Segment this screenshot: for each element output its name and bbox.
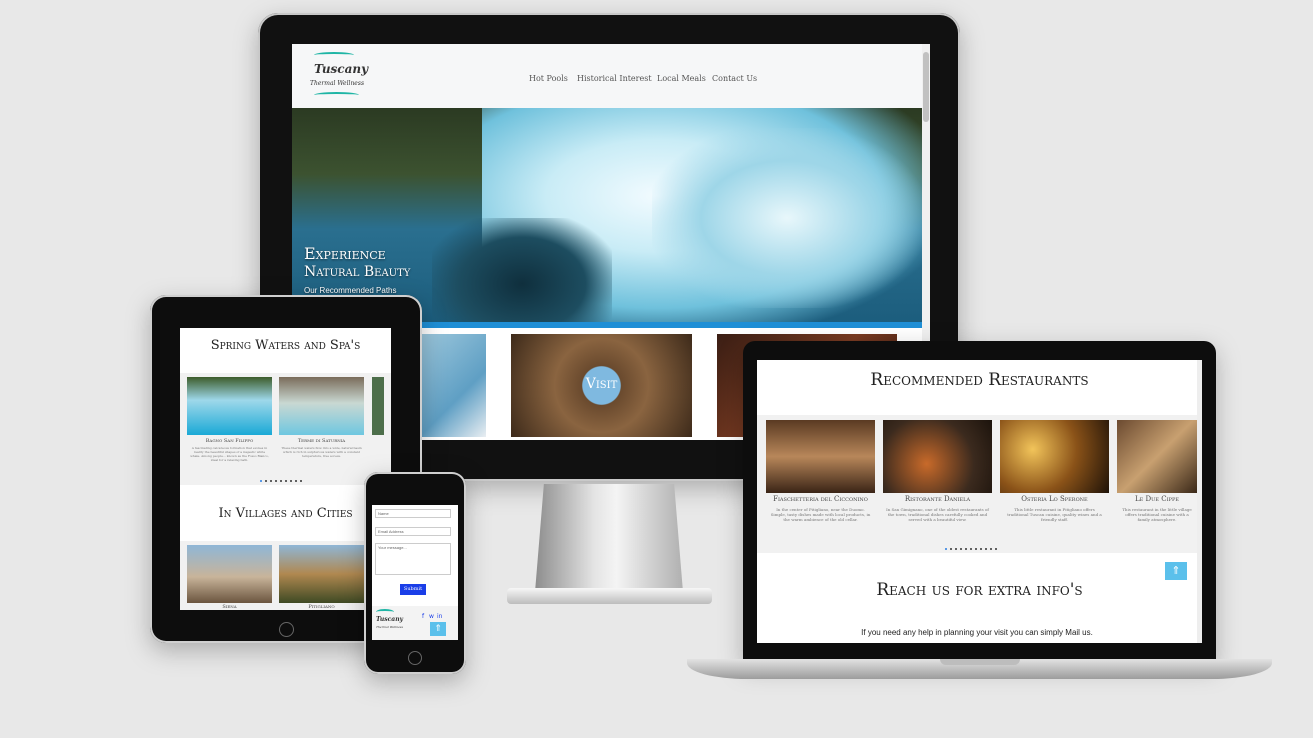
photo-restaurant-4 bbox=[1117, 420, 1197, 493]
photo-siena bbox=[187, 545, 272, 603]
restaurant-card-text: In the center of Pitigliano, near the Du… bbox=[770, 507, 871, 522]
restaurants-section-title: Recommended Restaurants bbox=[870, 370, 1089, 390]
hero-link[interactable]: Our Recommended Paths bbox=[304, 286, 397, 295]
name-input[interactable]: Name bbox=[375, 509, 451, 518]
city-card-title: Siena bbox=[222, 604, 237, 610]
email-input[interactable]: Email Address bbox=[375, 527, 451, 536]
restaurant-card-text: This restaurant in the little village of… bbox=[1122, 507, 1192, 522]
spa-card-title: Bagno San Filippo bbox=[205, 438, 254, 444]
carousel-dots[interactable] bbox=[945, 548, 997, 550]
footer-logo-title: Tuscany bbox=[376, 616, 404, 623]
photo-restaurant-3 bbox=[1000, 420, 1109, 493]
imac-stand-foot bbox=[507, 588, 712, 604]
spa-card-text: A fascinating calcareous formation that … bbox=[190, 446, 269, 462]
visit-overlay-text: Visit bbox=[585, 376, 618, 392]
tablet-home-button bbox=[279, 622, 294, 637]
photo-pool bbox=[422, 334, 486, 437]
logo-wave-icon bbox=[314, 92, 359, 98]
spa-section-title: Spring Waters and Spa's bbox=[210, 338, 361, 353]
cities-carousel: Siena Pitigliano bbox=[180, 541, 391, 610]
navbar: Tuscany Thermal Wellness Hot Pools Histo… bbox=[292, 44, 930, 108]
restaurant-card-title: Fiaschetteria del Cicconino bbox=[773, 495, 868, 503]
photo-spa-3 bbox=[372, 377, 384, 435]
back-to-top-button[interactable]: ⇑ bbox=[1165, 562, 1187, 580]
phone-screen: Name Email Address Your message... Submi… bbox=[372, 505, 458, 640]
restaurant-card-title: Le Due Cippe bbox=[1135, 495, 1179, 503]
phone-footer: Tuscany Thermal Wellness f w in ⇑ bbox=[372, 606, 458, 640]
photo-spa-1 bbox=[187, 377, 272, 435]
submit-button[interactable]: Submit bbox=[400, 584, 426, 595]
carousel-dots[interactable] bbox=[260, 480, 302, 482]
photo-piazza[interactable]: Visit bbox=[511, 334, 692, 437]
nav-contact-us[interactable]: Contact Us bbox=[712, 74, 757, 83]
contact-intro-text: If you need any help in planning your vi… bbox=[861, 628, 1093, 637]
logo-wave-icon bbox=[314, 52, 354, 58]
restaurant-card-text: This little restaurant in Pitigliano off… bbox=[1007, 507, 1102, 522]
photo-restaurant-2 bbox=[883, 420, 992, 493]
linkedin-icon[interactable]: in bbox=[437, 613, 442, 620]
restaurant-card-title: Osteria Lo Sperone bbox=[1021, 495, 1088, 503]
nav-local-meals[interactable]: Local Meals bbox=[657, 74, 706, 83]
cities-section-title: In Villages and Cities bbox=[218, 506, 353, 521]
whatsapp-icon[interactable]: w bbox=[429, 613, 434, 620]
phone-home-button bbox=[408, 651, 422, 665]
message-input[interactable]: Your message... bbox=[375, 543, 451, 575]
photo-restaurant-1 bbox=[766, 420, 875, 493]
city-card-title: Pitigliano bbox=[308, 604, 335, 610]
spa-card-title: Terme di Saturnia bbox=[297, 438, 346, 444]
laptop-screen: Recommended Restaurants Fiaschetteria de… bbox=[757, 360, 1202, 643]
photo-spa-2 bbox=[279, 377, 364, 435]
hero-heading-line2: Natural Beauty bbox=[304, 264, 411, 280]
hero-heading-line1: Experience bbox=[304, 244, 386, 263]
footer-logo-subtitle: Thermal Wellness bbox=[376, 625, 404, 629]
photo-pitigliano bbox=[279, 545, 364, 603]
laptop-notch bbox=[940, 659, 1020, 665]
restaurant-card-text: In San Gimignano, one of the oldest rest… bbox=[886, 507, 989, 522]
facebook-icon[interactable]: f bbox=[422, 613, 424, 620]
logo-subtitle: Thermal Wellness bbox=[310, 80, 365, 87]
nav-historical-interest[interactable]: Historical Interest bbox=[577, 74, 652, 83]
logo-wave-icon bbox=[376, 609, 394, 615]
restaurants-carousel: Fiaschetteria del Cicconino In the cente… bbox=[757, 415, 1197, 553]
nav-hot-pools[interactable]: Hot Pools bbox=[529, 74, 568, 83]
tablet-screen: Spring Waters and Spa's Bagno San Filipp… bbox=[180, 328, 391, 610]
scrollbar[interactable] bbox=[1197, 360, 1202, 643]
spa-carousel: Bagno San Filippo A fascinating calcareo… bbox=[180, 373, 391, 485]
back-to-top-button[interactable]: ⇑ bbox=[430, 622, 446, 636]
imac-stand bbox=[535, 484, 683, 592]
contact-section-title: Reach us for extra info's bbox=[876, 580, 1083, 600]
restaurant-card-title: Ristorante Daniela bbox=[904, 495, 971, 503]
logo-title[interactable]: Tuscany bbox=[314, 62, 368, 76]
spa-card-text: These thermal waters flow into a wide, n… bbox=[281, 446, 362, 458]
